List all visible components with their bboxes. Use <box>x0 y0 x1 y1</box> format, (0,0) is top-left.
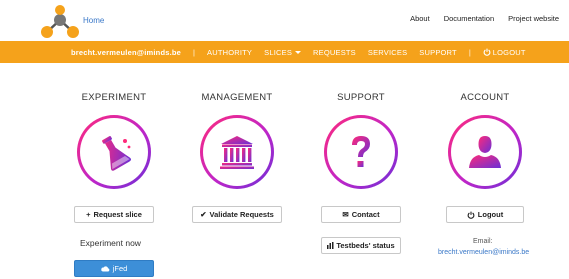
account-circle[interactable] <box>448 115 522 189</box>
main-nav-bar: brecht.vermeulen@iminds.be | AUTHORITY S… <box>0 41 569 63</box>
experiment-title: EXPERIMENT <box>81 92 147 103</box>
account-column: ACCOUNT <box>415 92 555 189</box>
support-circle[interactable] <box>324 115 398 189</box>
nav-authority[interactable]: AUTHORITY <box>207 48 252 57</box>
fed4fire-logo[interactable] <box>38 4 82 40</box>
institution-icon <box>220 136 254 169</box>
testbeds-status-button[interactable]: Testbeds' status <box>321 237 401 254</box>
testbeds-status-label: Testbeds' status <box>336 241 395 250</box>
check-icon: ✔ <box>200 210 207 219</box>
logout-label: Logout <box>477 210 504 219</box>
power-icon <box>483 48 491 56</box>
jfed-button[interactable]: jFed <box>74 260 154 277</box>
management-circle[interactable] <box>200 115 274 189</box>
experiment-circle[interactable] <box>77 115 151 189</box>
management-title: MANAGEMENT <box>201 92 273 103</box>
question-icon <box>352 136 370 167</box>
nav-slices-label: SLICES <box>264 47 293 57</box>
support-title: SUPPORT <box>337 92 385 103</box>
top-links: About Documentation Project website <box>410 14 559 23</box>
experiment-column: EXPERIMENT <box>44 92 184 189</box>
nav-services[interactable]: SERVICES <box>368 48 407 57</box>
project-website-link[interactable]: Project website <box>508 14 559 23</box>
nav-logout-label: LOGOUT <box>492 47 526 57</box>
nav-logout[interactable]: LOGOUT <box>483 48 526 57</box>
management-column: MANAGEMENT <box>167 92 307 189</box>
bar-chart-icon <box>327 242 334 249</box>
nav-user-email[interactable]: brecht.vermeulen@iminds.be <box>71 48 181 57</box>
envelope-icon: ✉ <box>342 210 349 219</box>
request-slice-button[interactable]: + Request slice <box>74 206 154 223</box>
top-header: Home About Documentation Project website <box>0 0 569 40</box>
contact-button[interactable]: ✉ Contact <box>321 206 401 223</box>
account-title: ACCOUNT <box>460 92 510 103</box>
request-slice-label: Request slice <box>93 210 142 219</box>
experiment-now-text: Experiment now <box>80 238 141 248</box>
logout-button[interactable]: Logout <box>446 206 524 223</box>
nav-requests[interactable]: REQUESTS <box>313 48 356 57</box>
nav-support[interactable]: SUPPORT <box>419 48 457 57</box>
plus-icon: + <box>86 210 91 219</box>
chevron-down-icon <box>295 51 302 55</box>
home-link[interactable]: Home <box>83 16 104 25</box>
nav-slices[interactable]: SLICES <box>264 47 302 57</box>
cloud-icon <box>100 266 110 272</box>
validate-requests-button[interactable]: ✔ Validate Requests <box>192 206 282 223</box>
jfed-label: jFed <box>112 264 128 273</box>
about-link[interactable]: About <box>410 14 430 23</box>
support-column: SUPPORT <box>291 92 431 189</box>
user-icon <box>469 136 501 168</box>
power-icon <box>467 211 475 219</box>
account-email-label: Email: <box>473 238 493 245</box>
documentation-link[interactable]: Documentation <box>444 14 494 23</box>
validate-requests-label: Validate Requests <box>209 210 274 219</box>
nav-separator-2: | <box>468 47 471 57</box>
contact-label: Contact <box>351 210 380 219</box>
nav-separator: | <box>193 47 195 57</box>
account-email-value: brecht.vermeulen@iminds.be <box>438 249 530 256</box>
flask-icon <box>102 136 132 171</box>
